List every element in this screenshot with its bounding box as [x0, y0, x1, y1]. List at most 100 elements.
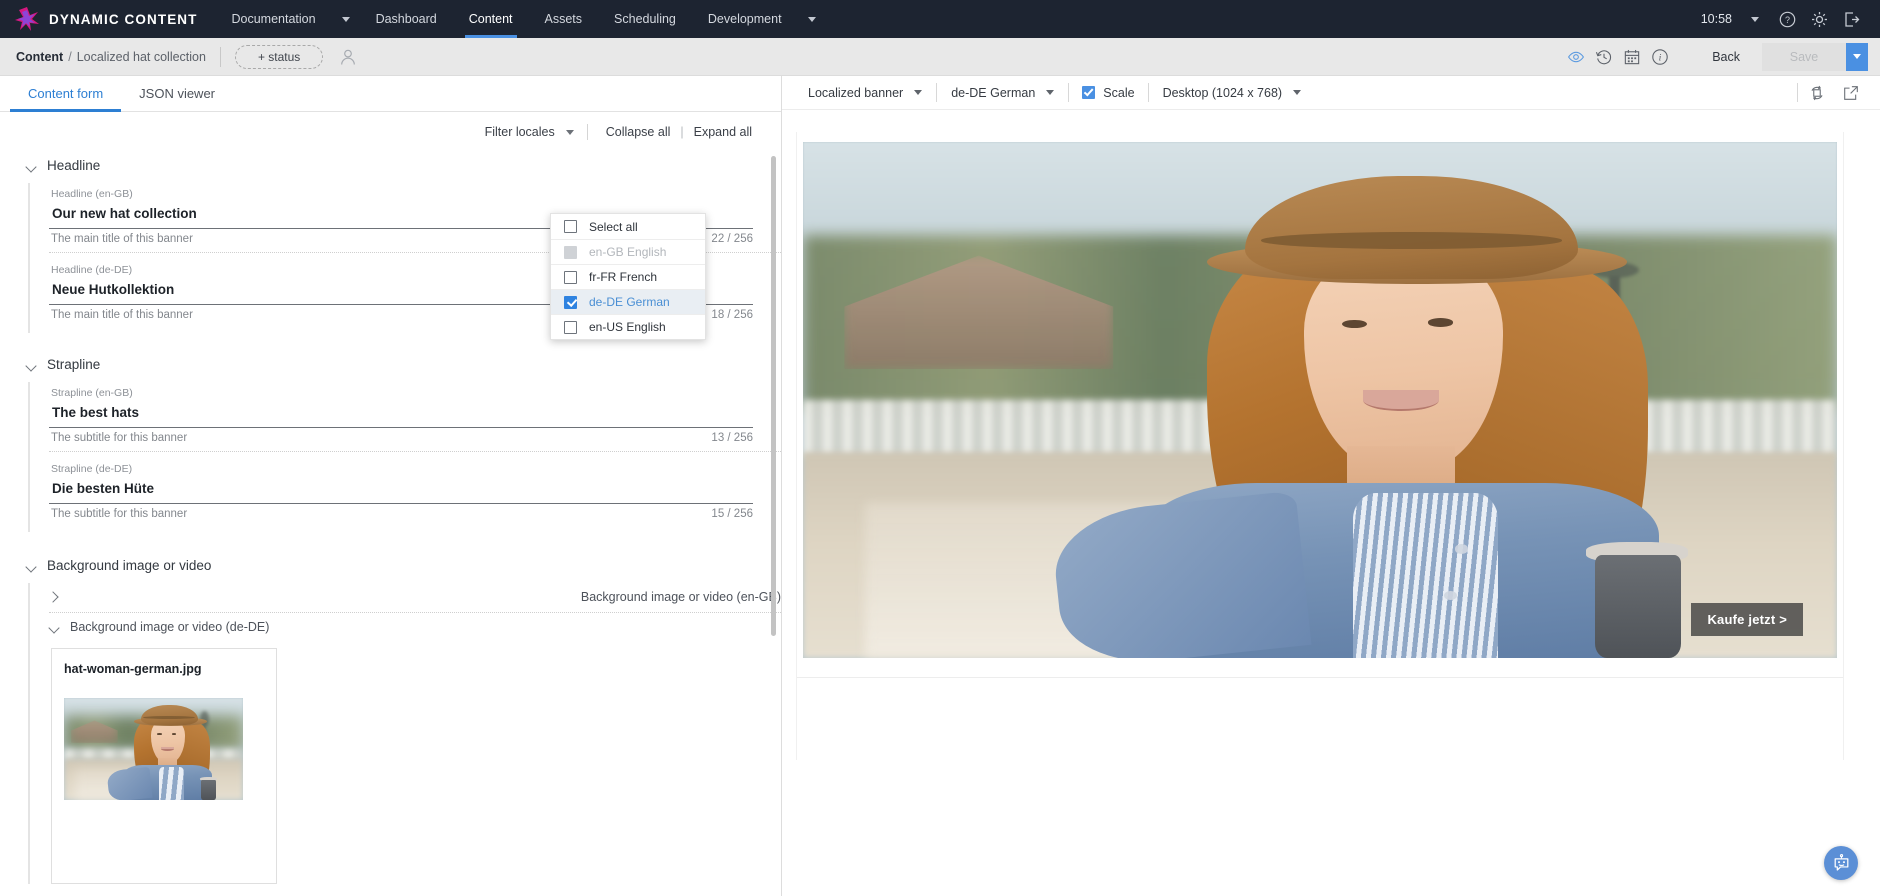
save-button[interactable]: Save: [1762, 42, 1846, 71]
back-button[interactable]: Back: [1690, 50, 1762, 64]
add-status-button[interactable]: + status: [234, 44, 324, 69]
preview-toolbar: Localized banner de-DE German Scale Desk…: [782, 76, 1880, 110]
field-label: Strapline (en-GB): [51, 387, 133, 399]
collapse-all-link[interactable]: Collapse all: [601, 125, 676, 139]
preview-eye-icon[interactable]: [1562, 38, 1590, 76]
nav-items: Documentation Dashboard Content Assets S…: [216, 0, 826, 38]
section-background-header[interactable]: Background image or video: [26, 552, 781, 583]
info-icon[interactable]: i: [1646, 38, 1674, 76]
calendar-icon[interactable]: [1618, 38, 1646, 76]
chevron-down-icon: [26, 360, 36, 370]
preview-area: Kaufe jetzt >: [782, 110, 1880, 896]
form-toolbar: Filter locales Collapse all | Expand all: [0, 112, 781, 152]
locale-option-select-all[interactable]: Select all: [551, 214, 705, 239]
field-input[interactable]: Die besten Hüte: [49, 475, 753, 504]
chevron-down-icon: [1046, 90, 1055, 95]
main-body: Content form JSON viewer Filter locales …: [0, 76, 1880, 896]
scale-label: Scale: [1103, 85, 1135, 100]
field-label: Strapline (de-DE): [51, 463, 133, 475]
banner-photo: [803, 142, 1837, 658]
locale-option-de-de[interactable]: de-DE German: [551, 289, 705, 314]
locale-option-fr-fr[interactable]: fr-FR French: [551, 264, 705, 289]
rotate-device-icon[interactable]: [1802, 74, 1832, 112]
chevron-down-icon: [26, 561, 36, 571]
breadcrumb-root-link[interactable]: Content: [16, 50, 63, 64]
logout-icon[interactable]: [1836, 0, 1866, 38]
preview-content-type-select[interactable]: Localized banner: [794, 86, 936, 100]
nav-item-assets[interactable]: Assets: [529, 0, 599, 38]
nav-item-scheduling[interactable]: Scheduling: [598, 0, 692, 38]
asset-thumbnail-photo: [64, 698, 243, 800]
clock-chevron-down-icon[interactable]: [1740, 0, 1770, 38]
field-label: Headline (en-GB): [51, 188, 133, 200]
topnav-right-cluster: 10:58 ?: [1695, 0, 1880, 38]
subgroup-background-de-de: Background image or video (de-DE) hat-wo…: [49, 612, 781, 884]
checkbox-unchecked-icon[interactable]: [564, 320, 577, 334]
field-footer: The subtitle for this banner 15 / 256: [49, 504, 781, 520]
asset-card[interactable]: hat-woman-german.jpg: [51, 648, 277, 884]
field-strapline-de-de: Strapline (de-DE) Die besten Hüte The su…: [49, 451, 781, 520]
user-avatar-icon[interactable]: [339, 48, 357, 66]
subgroup-background-en-gb-header[interactable]: Background image or video (en-GB): [49, 583, 781, 612]
help-icon[interactable]: ?: [1772, 0, 1802, 38]
checkbox-checked-icon: [1082, 86, 1096, 99]
field-input[interactable]: The best hats: [49, 399, 753, 428]
form-scrollbar-thumb[interactable]: [771, 156, 776, 636]
tab-json-viewer[interactable]: JSON viewer: [121, 76, 233, 111]
nav-item-documentation[interactable]: Documentation: [216, 0, 332, 38]
breadcrumb-separator: /: [68, 49, 72, 64]
nav-label: Assets: [544, 12, 583, 26]
checkbox-unchecked-icon[interactable]: [564, 270, 577, 284]
nav-item-content[interactable]: Content: [453, 0, 529, 38]
checkbox-unchecked-icon[interactable]: [564, 220, 577, 233]
settings-gear-icon[interactable]: [1804, 0, 1834, 38]
development-chevron-down-icon[interactable]: [798, 0, 826, 38]
preview-pane: Localized banner de-DE German Scale Desk…: [782, 76, 1880, 896]
scale-checkbox[interactable]: Scale: [1069, 86, 1147, 100]
expand-all-link[interactable]: Expand all: [689, 125, 757, 139]
banner-preview: Kaufe jetzt >: [803, 142, 1837, 658]
filter-locales-label: Filter locales: [484, 125, 555, 139]
subgroup-label: Background image or video (en-GB): [580, 590, 781, 604]
brand[interactable]: DYNAMIC CONTENT: [0, 0, 216, 38]
section-strapline-header[interactable]: Strapline: [26, 351, 781, 382]
breadcrumb-bar: Content / Localized hat collection + sta…: [0, 38, 1880, 76]
tab-content-form[interactable]: Content form: [10, 76, 122, 112]
save-options-chevron-down-icon[interactable]: [1846, 42, 1868, 71]
field-help-text: The main title of this banner: [51, 309, 193, 321]
preview-device-select[interactable]: Desktop (1024 x 768): [1149, 86, 1316, 100]
section-headline-header[interactable]: Headline: [26, 152, 781, 183]
nav-label: Documentation: [231, 12, 316, 26]
preview-frame: Kaufe jetzt >: [796, 132, 1844, 760]
version-history-icon[interactable]: [1590, 38, 1618, 76]
nav-item-dashboard[interactable]: Dashboard: [360, 0, 453, 38]
documentation-chevron-down-icon[interactable]: [332, 0, 360, 38]
asset-thumbnail: [64, 698, 243, 800]
breadcrumb-current-item: Localized hat collection: [76, 49, 206, 64]
content-form-pane: Content form JSON viewer Filter locales …: [0, 76, 782, 896]
form-tabs: Content form JSON viewer: [0, 76, 781, 112]
chatbot-icon[interactable]: [1824, 846, 1858, 880]
tab-label: JSON viewer: [139, 86, 216, 101]
field-help-text: The subtitle for this banner: [51, 508, 188, 520]
chevron-right-icon: [49, 592, 570, 602]
locale-option-label: en-US English: [589, 320, 666, 334]
banner-cta-button[interactable]: Kaufe jetzt >: [1691, 603, 1803, 636]
open-external-icon[interactable]: [1836, 74, 1866, 112]
field-strapline-en-gb: Strapline (en-GB) The best hats The subt…: [49, 382, 781, 444]
section-background-body: Background image or video (en-GB) Backgr…: [28, 583, 781, 884]
preview-locale-select[interactable]: de-DE German: [937, 86, 1068, 100]
preview-locale-label: de-DE German: [951, 85, 1036, 100]
section-title: Headline: [47, 158, 101, 173]
dynamic-content-logo-icon: [14, 6, 40, 32]
nav-item-development[interactable]: Development: [692, 0, 798, 38]
checkbox-checked-icon[interactable]: [564, 295, 577, 309]
form-scrollbar[interactable]: [771, 152, 776, 896]
subgroup-background-de-de-header[interactable]: Background image or video (de-DE): [49, 613, 781, 642]
nav-label: Development: [707, 12, 782, 26]
locale-option-label: fr-FR French: [589, 270, 658, 284]
filter-locales-dropdown-trigger[interactable]: Filter locales: [485, 125, 574, 139]
locale-option-en-us[interactable]: en-US English: [551, 314, 705, 339]
field-char-count: 13 / 256: [711, 432, 753, 444]
section-strapline: Strapline Strapline (en-GB) The best hat…: [0, 351, 781, 532]
